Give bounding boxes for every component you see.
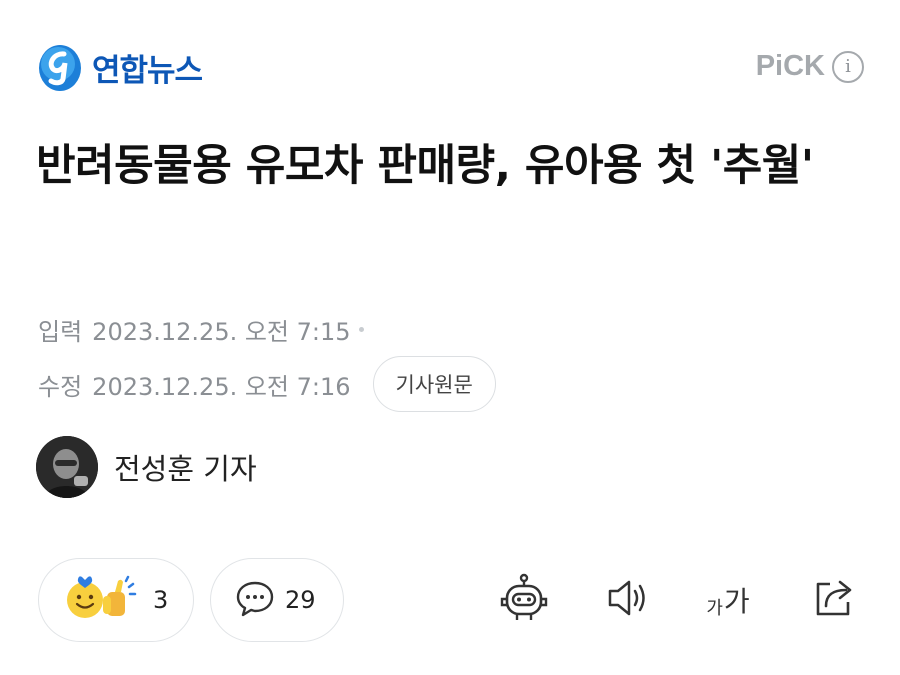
- reporter[interactable]: 전성훈 기자: [36, 436, 257, 498]
- original-article-button[interactable]: 기사원문: [372, 356, 496, 412]
- yonhap-logo-icon: [36, 41, 84, 93]
- font-big-glyph: 가: [723, 585, 750, 618]
- text-to-speech-button[interactable]: [600, 574, 656, 626]
- modified-line: 수정 2023.12.25. 오전 7:16 기사원문: [38, 356, 496, 412]
- separator-dot: [358, 327, 364, 332]
- comment-count: 29: [285, 586, 316, 614]
- font-size-icon: 가 가: [706, 580, 749, 620]
- reaction-count: 3: [153, 586, 169, 614]
- modified-time: 2023.12.25. 오전 7:16: [92, 372, 351, 401]
- reporter-name[interactable]: 전성훈 기자: [114, 446, 257, 488]
- published-label: 입력: [38, 318, 83, 346]
- pick-badge[interactable]: PiCK i: [756, 50, 864, 83]
- published-line: 입력 2023.12.25. 오전 7:15: [38, 312, 364, 347]
- font-size-button[interactable]: 가 가: [698, 574, 758, 626]
- ai-bot-button[interactable]: [494, 572, 554, 628]
- modified-label: 수정: [38, 372, 83, 401]
- logo-text: 연합뉴스: [92, 52, 203, 89]
- published-time: 2023.12.25. 오전 7:15: [92, 318, 351, 346]
- action-bar: 3 29 가 가: [38, 558, 864, 642]
- ai-bot-icon: [498, 572, 550, 628]
- article-title: 반려동물용 유모차 판매량, 유아용 첫 '추월': [36, 141, 814, 191]
- pick-label: PiCK: [755, 50, 825, 82]
- font-small-glyph: 가: [706, 598, 723, 619]
- share-button[interactable]: [806, 574, 862, 626]
- reaction-button[interactable]: 3: [38, 558, 194, 642]
- share-icon: [810, 574, 858, 626]
- avatar[interactable]: [36, 436, 98, 498]
- comment-button[interactable]: 29: [210, 558, 344, 642]
- speaker-icon: [604, 576, 652, 624]
- comment-bubble-icon: [235, 578, 275, 622]
- header: 연합뉴스 PiCK i: [36, 36, 864, 100]
- yonhap-logo[interactable]: 연합뉴스: [36, 36, 203, 98]
- reaction-emoji-icon: [63, 575, 143, 625]
- info-icon[interactable]: i: [832, 50, 864, 83]
